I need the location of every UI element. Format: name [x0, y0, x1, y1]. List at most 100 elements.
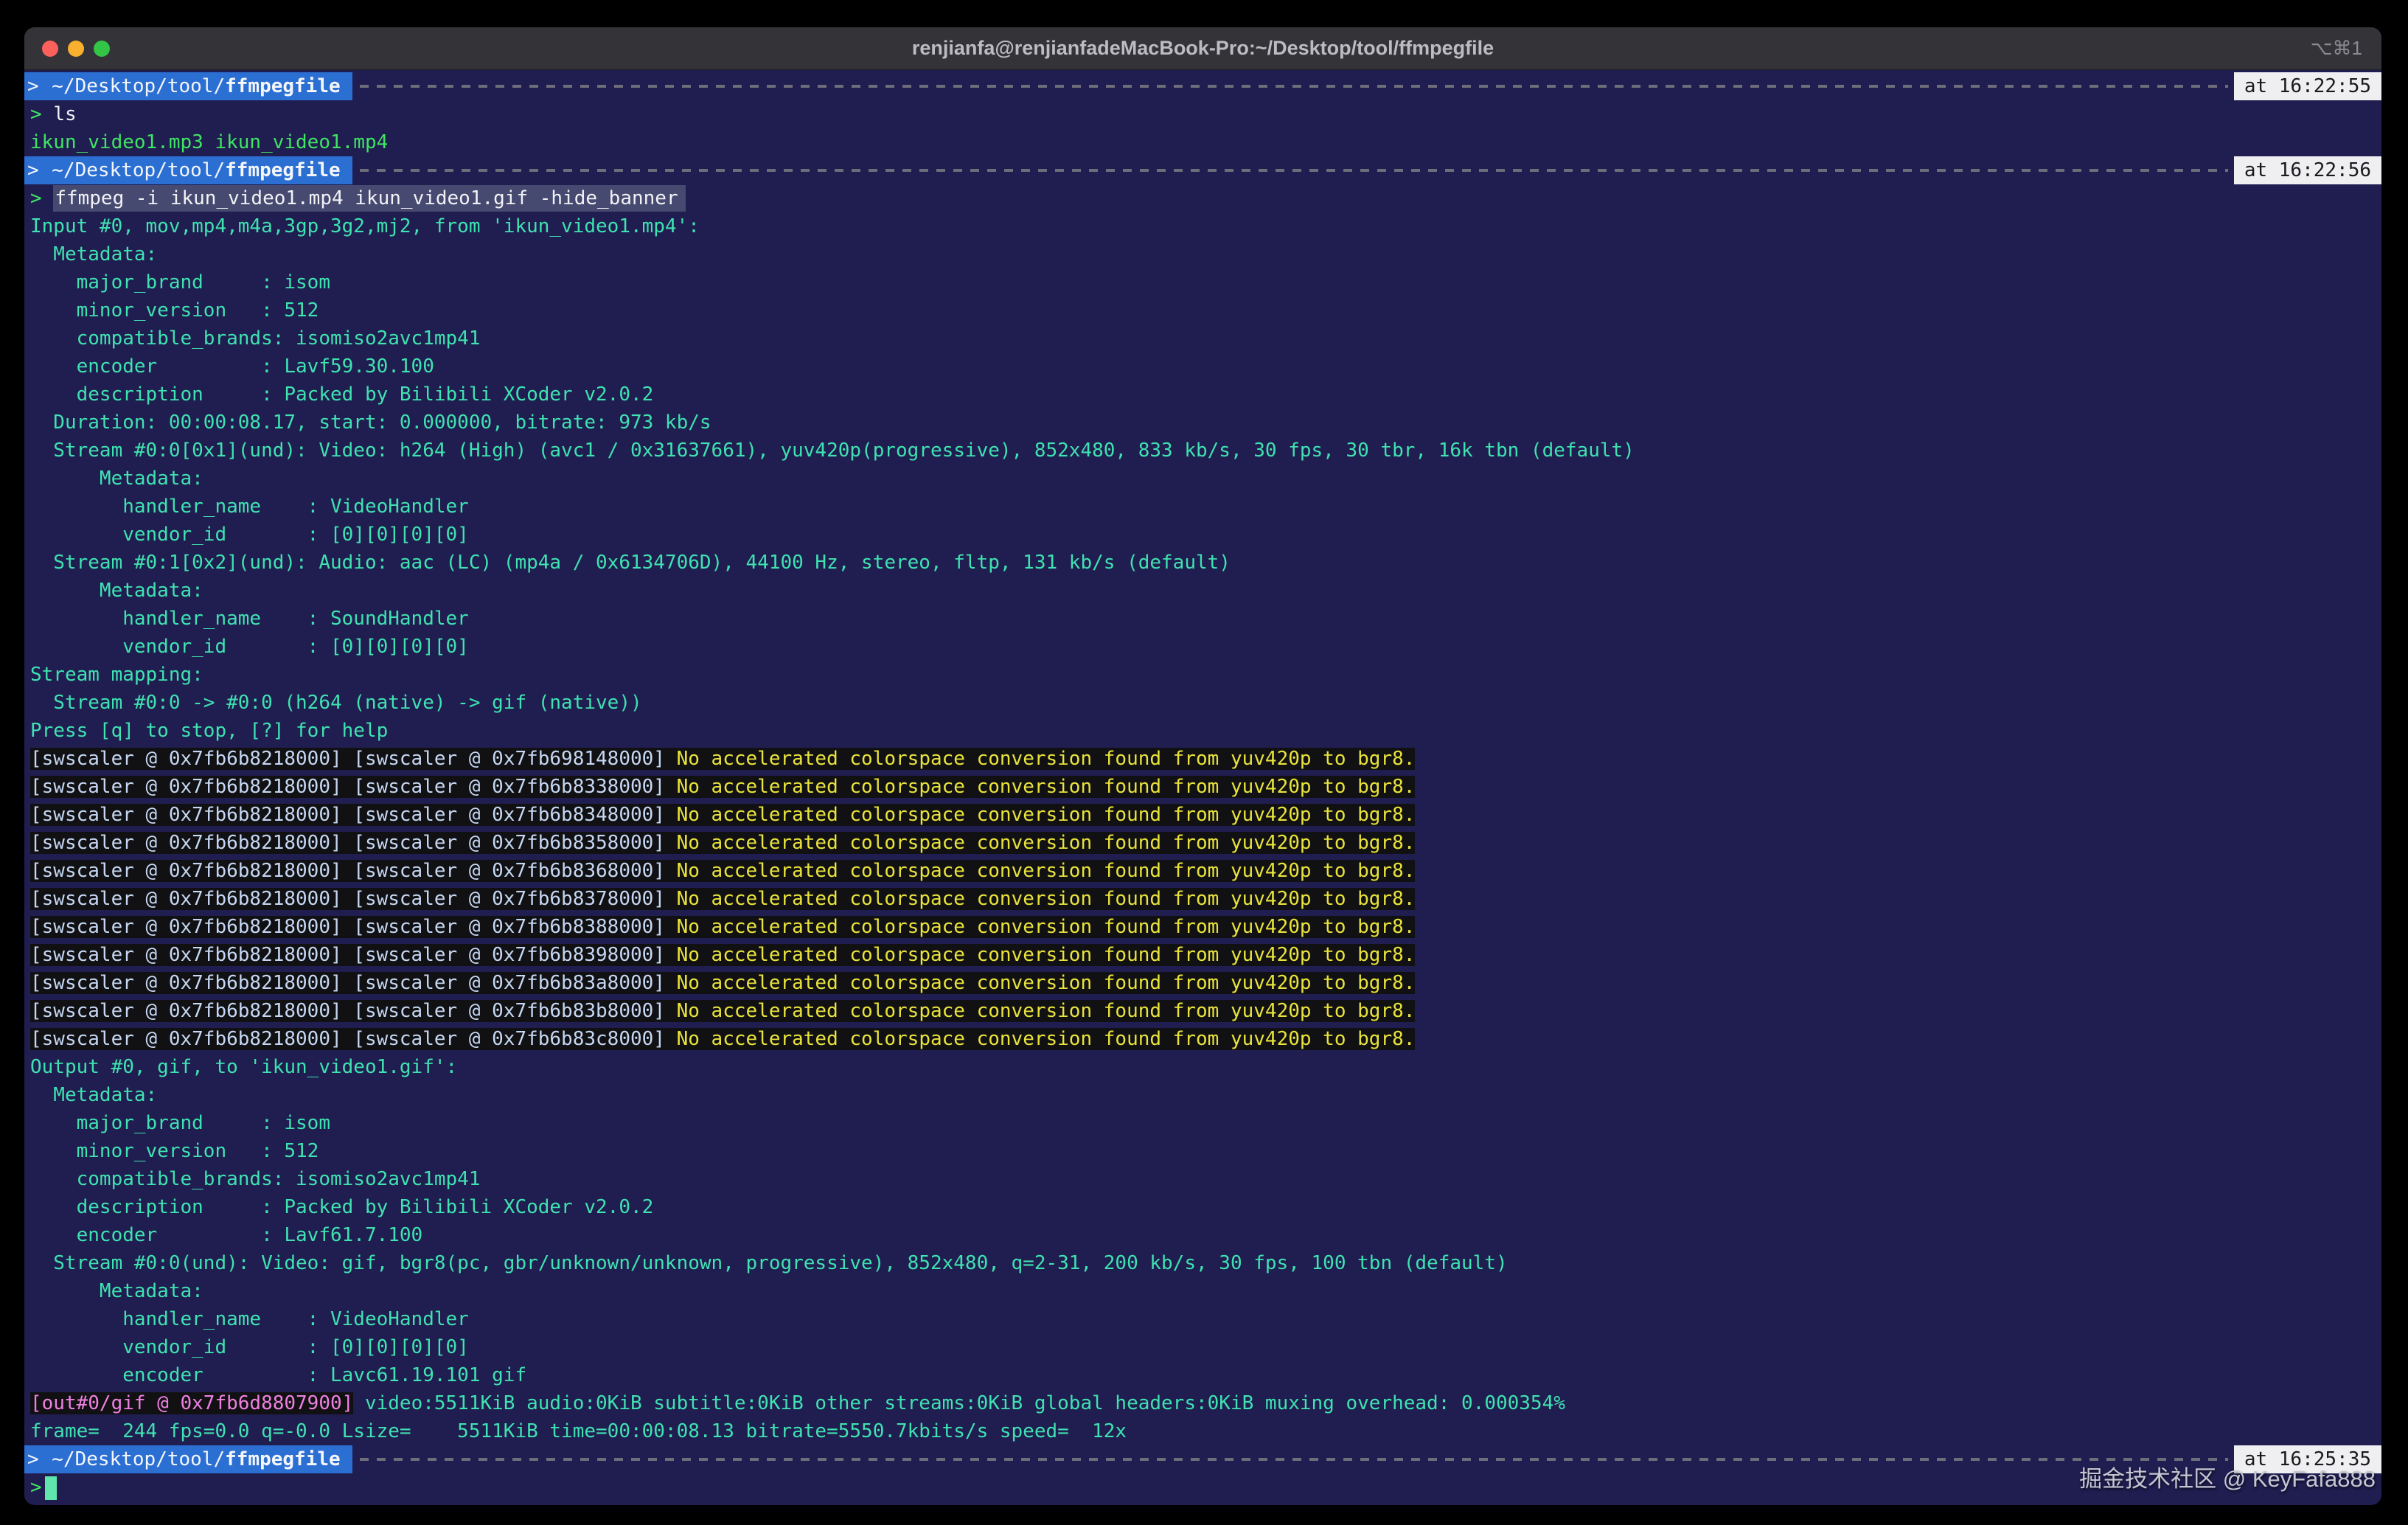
terminal-text-segment: [swscaler @ 0x7fb6b8218000] [swscaler @ … [30, 944, 677, 966]
terminal-text-segment: Stream mapping: [30, 664, 203, 686]
terminal-text-segment: Input #0, mov,mp4,m4a,3gp,3g2,mj2, from … [30, 215, 700, 237]
terminal-line: ikun_video1.mp3 ikun_video1.mp4 [24, 128, 2381, 156]
command-line: > ls [24, 100, 2381, 128]
terminal-text-segment: Stream #0:1[0x2](und): Audio: aac (LC) (… [30, 552, 1231, 574]
terminal-text-segment: Stream #0:0 -> #0:0 (h264 (native) -> gi… [30, 692, 642, 714]
terminal-text-segment: No accelerated colorspace conversion fou… [677, 748, 1416, 770]
terminal-text-segment: [swscaler @ 0x7fb6b8218000] [swscaler @ … [30, 776, 677, 798]
prompt-path: ~/Desktop/tool/ [41, 1448, 225, 1470]
terminal-text-segment: [swscaler @ 0x7fb6b8218000] [swscaler @ … [30, 972, 677, 994]
terminal-text-segment: No accelerated colorspace conversion fou… [677, 832, 1416, 854]
terminal-text-segment: [swscaler @ 0x7fb6b8218000] [swscaler @ … [30, 860, 677, 882]
terminal-text-segment: encoder : Lavf59.30.100 [30, 355, 434, 378]
terminal-text-segment: Metadata: [30, 1084, 157, 1106]
terminal-text-segment: vendor_id : [0][0][0][0] [30, 636, 469, 658]
terminal-text-segment: Press [q] to stop, [?] for help [30, 720, 388, 742]
terminal-line: vendor_id : [0][0][0][0] [24, 633, 2381, 661]
terminal-line: [swscaler @ 0x7fb6b8218000] [swscaler @ … [24, 829, 2381, 857]
prompt-path-chip: > ~/Desktop/tool/ffmpegfile [24, 72, 352, 100]
command-arrow-icon: > [30, 103, 53, 125]
prompt-path: ~/Desktop/tool/ [41, 159, 225, 181]
terminal-text-segment: Duration: 00:00:08.17, start: 0.000000, … [30, 411, 711, 434]
terminal-text-segment: No accelerated colorspace conversion fou… [677, 944, 1416, 966]
prompt-path: ~/Desktop/tool/ [41, 75, 225, 97]
terminal-line: frame= 244 fps=0.0 q=-0.0 Lsize= 5511KiB… [24, 1417, 2381, 1445]
terminal-text-segment: No accelerated colorspace conversion fou… [677, 776, 1416, 798]
terminal-line: description : Packed by Bilibili XCoder … [24, 381, 2381, 409]
terminal-text-segment: Metadata: [30, 1280, 203, 1302]
terminal-text-segment: handler_name : VideoHandler [30, 496, 469, 518]
prompt-timestamp: at 16:25:35 [2234, 1445, 2381, 1473]
prompt-timestamp: at 16:22:56 [2234, 156, 2381, 184]
terminal-line: encoder : Lavf61.7.100 [24, 1221, 2381, 1249]
terminal-line: Stream #0:0(und): Video: gif, bgr8(pc, g… [24, 1249, 2381, 1277]
command-text: ffmpeg -i ikun_video1.mp4 ikun_video1.gi… [53, 185, 685, 212]
prompt-arrow-icon: > [27, 159, 39, 181]
prompt-path-chip: > ~/Desktop/tool/ffmpegfile [24, 1445, 352, 1473]
terminal-text-segment: [swscaler @ 0x7fb6b8218000] [swscaler @ … [30, 1000, 677, 1022]
terminal-text-segment: Metadata: [30, 243, 157, 265]
terminal-text-segment: No accelerated colorspace conversion fou… [677, 888, 1416, 910]
terminal-text-segment: No accelerated colorspace conversion fou… [677, 860, 1416, 882]
terminal-text-segment: description : Packed by Bilibili XCoder … [30, 383, 653, 406]
terminal-line: [swscaler @ 0x7fb6b8218000] [swscaler @ … [24, 941, 2381, 969]
prompt-line: > ~/Desktop/tool/ffmpegfile at 16:25:35 [24, 1445, 2381, 1473]
terminal-line: [swscaler @ 0x7fb6b8218000] [swscaler @ … [24, 773, 2381, 801]
terminal-line: [swscaler @ 0x7fb6b8218000] [swscaler @ … [24, 857, 2381, 885]
input-line: > [24, 1473, 2381, 1501]
prompt-separator [360, 1458, 2228, 1461]
terminal-text-segment: No accelerated colorspace conversion fou… [677, 1028, 1416, 1050]
terminal-line: handler_name : SoundHandler [24, 605, 2381, 633]
terminal-text-segment: Stream #0:0[0x1](und): Video: h264 (High… [30, 440, 1635, 462]
terminal-text-segment: compatible_brands: isomiso2avc1mp41 [30, 327, 480, 350]
terminal-line: major_brand : isom [24, 1109, 2381, 1137]
prompt-timestamp: at 16:22:55 [2234, 72, 2381, 100]
terminal-text-segment: frame= 244 fps=0.0 q=-0.0 Lsize= 5511KiB… [30, 1420, 1127, 1442]
command-text: ls [53, 103, 76, 125]
terminal-text-segment: major_brand : isom [30, 1112, 330, 1134]
terminal-line: vendor_id : [0][0][0][0] [24, 521, 2381, 549]
prompt-separator [360, 85, 2228, 88]
terminal-line: minor_version : 512 [24, 1137, 2381, 1165]
terminal-text-segment: Stream #0:0(und): Video: gif, bgr8(pc, g… [30, 1252, 1508, 1274]
terminal-text-segment: No accelerated colorspace conversion fou… [677, 916, 1416, 938]
terminal-line: major_brand : isom [24, 268, 2381, 296]
titlebar[interactable]: renjianfa@renjianfadeMacBook-Pro:~/Deskt… [24, 27, 2381, 70]
command-arrow-icon: > [30, 187, 53, 209]
terminal-line: Metadata: [24, 465, 2381, 493]
cursor [45, 1476, 57, 1500]
terminal-line: Press [q] to stop, [?] for help [24, 717, 2381, 745]
terminal-text-segment: video:5511KiB audio:0KiB subtitle:0KiB o… [353, 1392, 1565, 1414]
terminal-line: compatible_brands: isomiso2avc1mp41 [24, 1165, 2381, 1193]
terminal-text-segment: description : Packed by Bilibili XCoder … [30, 1196, 653, 1218]
terminal-line: [swscaler @ 0x7fb6b8218000] [swscaler @ … [24, 997, 2381, 1025]
terminal-text-segment: vendor_id : [0][0][0][0] [30, 1336, 469, 1358]
terminal-text-segment: Metadata: [30, 580, 203, 602]
terminal-line: compatible_brands: isomiso2avc1mp41 [24, 324, 2381, 352]
terminal-line: [swscaler @ 0x7fb6b8218000] [swscaler @ … [24, 745, 2381, 773]
terminal-text-segment: [out#0/gif @ 0x7fb6d8807900] [30, 1392, 353, 1414]
terminal-line: Metadata: [24, 1277, 2381, 1305]
minimize-button[interactable] [68, 41, 84, 57]
terminal-text-segment: Metadata: [30, 468, 203, 490]
terminal-line: Metadata: [24, 577, 2381, 605]
window-title: renjianfa@renjianfadeMacBook-Pro:~/Deskt… [24, 37, 2381, 60]
zoom-button[interactable] [94, 41, 110, 57]
terminal-text-segment: [swscaler @ 0x7fb6b8218000] [swscaler @ … [30, 916, 677, 938]
prompt-separator [360, 169, 2228, 172]
terminal-text-segment: [swscaler @ 0x7fb6b8218000] [swscaler @ … [30, 1028, 677, 1050]
prompt-path-dir: ffmpegfile [225, 75, 341, 97]
terminal-line: [out#0/gif @ 0x7fb6d8807900] video:5511K… [24, 1389, 2381, 1417]
terminal-text-segment: No accelerated colorspace conversion fou… [677, 1000, 1416, 1022]
terminal-text-segment: handler_name : SoundHandler [30, 608, 469, 630]
terminal-text-segment: encoder : Lavc61.19.101 gif [30, 1364, 526, 1386]
terminal-text-segment: [swscaler @ 0x7fb6b8218000] [swscaler @ … [30, 832, 677, 854]
terminal-line: Metadata: [24, 1081, 2381, 1109]
close-button[interactable] [42, 41, 58, 57]
terminal-text-segment: major_brand : isom [30, 271, 330, 293]
terminal-line: minor_version : 512 [24, 296, 2381, 324]
terminal-screen[interactable]: > ~/Desktop/tool/ffmpegfileat 16:22:55> … [24, 70, 2381, 1504]
terminal-line: Stream #0:0[0x1](und): Video: h264 (High… [24, 437, 2381, 465]
terminal-text-segment: handler_name : VideoHandler [30, 1308, 469, 1330]
terminal-line: [swscaler @ 0x7fb6b8218000] [swscaler @ … [24, 801, 2381, 829]
